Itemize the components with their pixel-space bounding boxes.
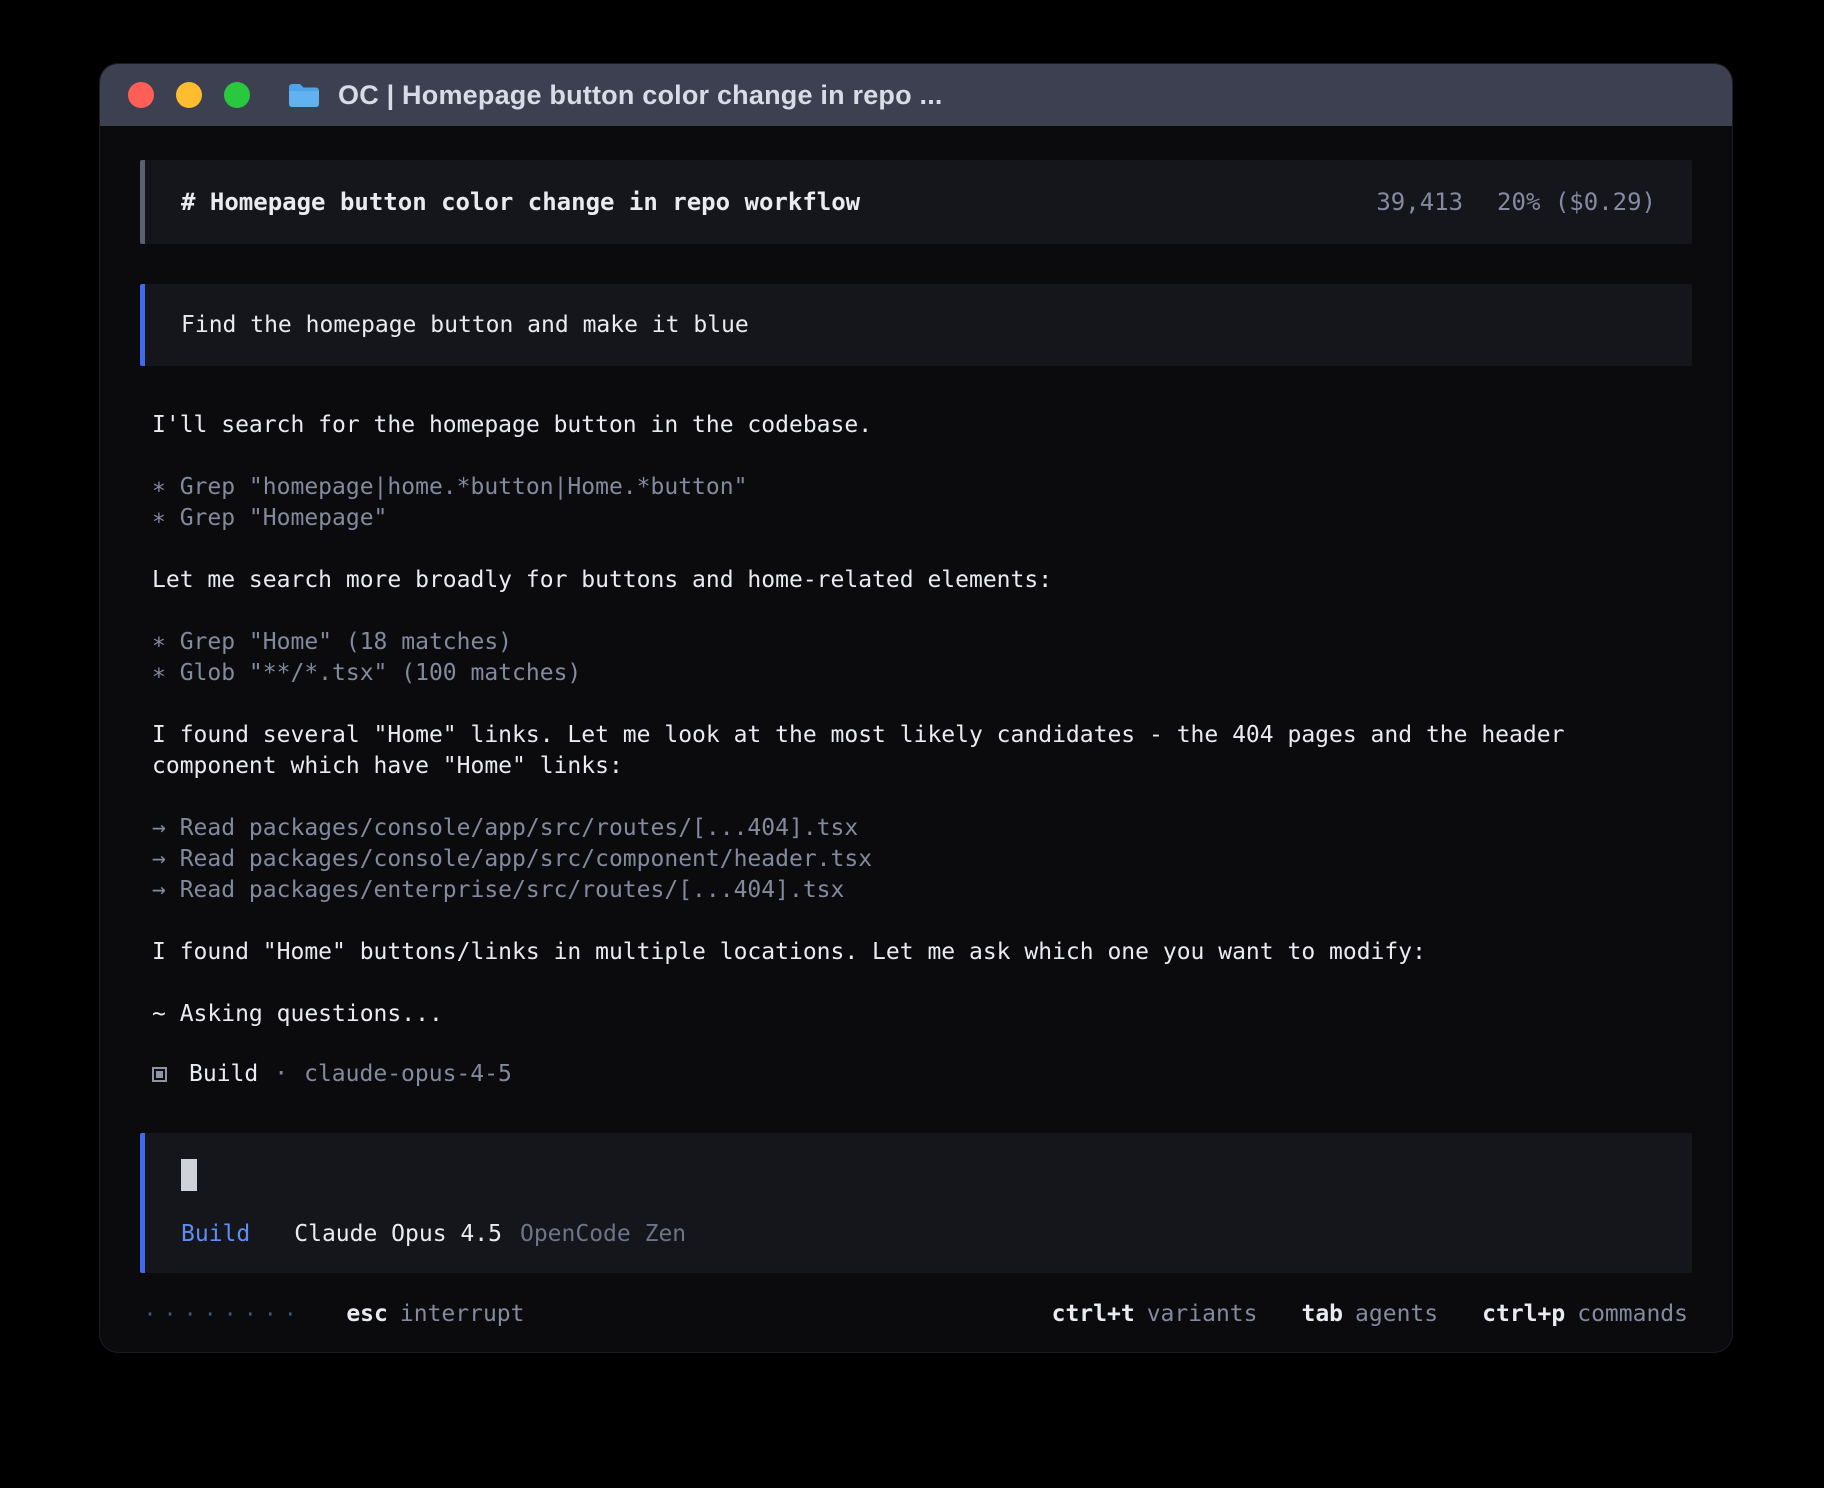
assistant-text: I found several "Home" links. Let me loo… xyxy=(152,720,1692,782)
status-bar: ········ esc interrupt ctrl+t variants t… xyxy=(140,1301,1692,1327)
input-provider: OpenCode Zen xyxy=(520,1221,686,1247)
tool-call-read: → Read packages/console/app/src/routes/[… xyxy=(152,813,1692,844)
status-left: ········ esc interrupt xyxy=(144,1301,525,1327)
spinner-dots: ········ xyxy=(144,1302,304,1326)
tool-call-read: → Read packages/enterprise/src/routes/[.… xyxy=(152,875,1692,906)
asking-questions-status: ~ Asking questions... xyxy=(152,999,1692,1030)
shortcut-agents: tab agents xyxy=(1301,1301,1438,1327)
tool-call-grep: ∗ Grep "Homepage" xyxy=(152,503,1692,534)
folder-icon xyxy=(288,82,320,108)
input-model: Claude Opus 4.5 xyxy=(294,1221,502,1247)
input-meta: Build Claude Opus 4.5 OpenCode Zen xyxy=(181,1221,1656,1247)
esc-key-label: interrupt xyxy=(400,1301,525,1327)
token-count: 39,413 xyxy=(1376,188,1463,216)
shortcut-key: ctrl+p xyxy=(1482,1301,1565,1327)
context-usage: 20% ($0.29) xyxy=(1497,188,1656,216)
tool-call-glob: ∗ Glob "**/*.tsx" (100 matches) xyxy=(152,658,1692,689)
terminal-window: OC | Homepage button color change in rep… xyxy=(100,64,1732,1352)
shortcut-variants: ctrl+t variants xyxy=(1052,1301,1258,1327)
assistant-text: I found "Home" buttons/links in multiple… xyxy=(152,937,1692,968)
shortcut-label: variants xyxy=(1147,1301,1258,1327)
titlebar: OC | Homepage button color change in rep… xyxy=(100,64,1732,126)
tool-call-grep: ∗ Grep "Home" (18 matches) xyxy=(152,627,1692,658)
minimize-button[interactable] xyxy=(176,82,202,108)
zoom-button[interactable] xyxy=(224,82,250,108)
session-header: # Homepage button color change in repo w… xyxy=(140,160,1692,244)
shortcut-label: commands xyxy=(1577,1301,1688,1327)
transcript: I'll search for the homepage button in t… xyxy=(140,410,1692,1087)
traffic-lights xyxy=(128,82,250,108)
status-right: ctrl+t variants tab agents ctrl+p comman… xyxy=(1008,1301,1688,1327)
user-message: Find the homepage button and make it blu… xyxy=(140,284,1692,366)
agent-separator: · xyxy=(274,1061,288,1087)
window-title: OC | Homepage button color change in rep… xyxy=(338,80,943,111)
assistant-text: Let me search more broadly for buttons a… xyxy=(152,565,1692,596)
shortcut-key: tab xyxy=(1301,1301,1343,1327)
agent-model: claude-opus-4-5 xyxy=(304,1061,512,1087)
shortcut-key: ctrl+t xyxy=(1052,1301,1135,1327)
shortcut-commands: ctrl+p commands xyxy=(1482,1301,1688,1327)
agent-row: Build · claude-opus-4-5 xyxy=(152,1061,1692,1087)
user-message-text: Find the homepage button and make it blu… xyxy=(181,312,749,338)
session-meta: 39,413 20% ($0.29) xyxy=(1376,188,1656,216)
input-mode[interactable]: Build xyxy=(181,1221,250,1247)
agent-name: Build xyxy=(189,1061,258,1087)
session-title: # Homepage button color change in repo w… xyxy=(181,188,860,216)
text-cursor xyxy=(181,1159,197,1191)
close-button[interactable] xyxy=(128,82,154,108)
shortcut-label: agents xyxy=(1355,1301,1438,1327)
tool-call-grep: ∗ Grep "homepage|home.*button|Home.*butt… xyxy=(152,472,1692,503)
agent-build-icon xyxy=(152,1067,167,1082)
esc-key-hint: esc xyxy=(346,1301,388,1327)
prompt-input[interactable]: Build Claude Opus 4.5 OpenCode Zen xyxy=(140,1133,1692,1273)
tool-call-read: → Read packages/console/app/src/componen… xyxy=(152,844,1692,875)
assistant-text: I'll search for the homepage button in t… xyxy=(152,410,1692,441)
